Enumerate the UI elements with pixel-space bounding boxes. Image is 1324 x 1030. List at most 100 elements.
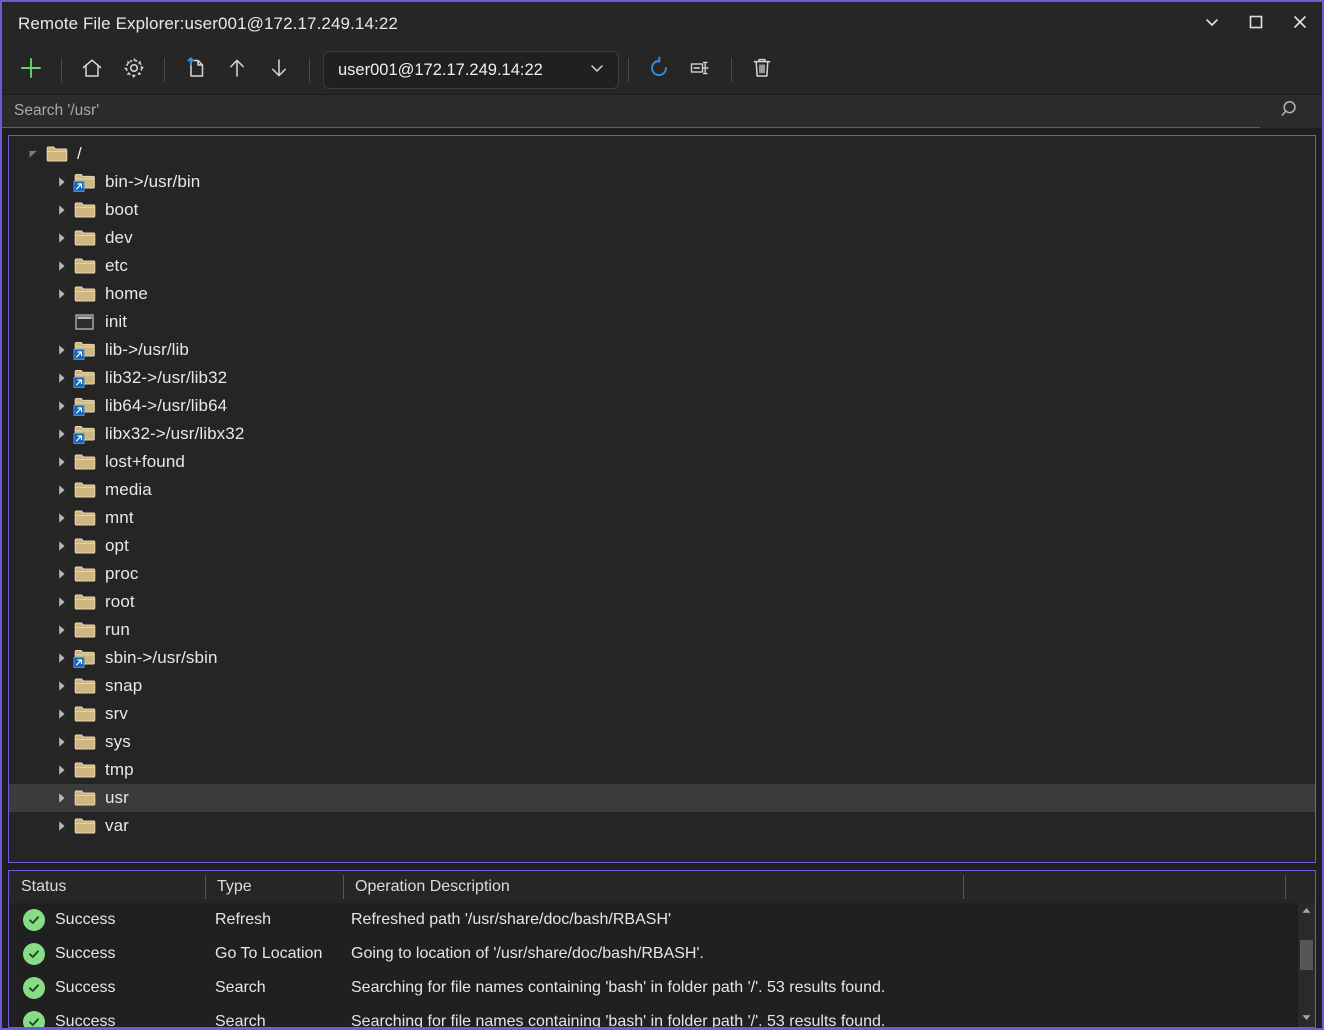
tree-item-sbin-usr-sbin[interactable]: sbin->/usr/sbin bbox=[9, 644, 1315, 672]
expand-collapse-toggle[interactable] bbox=[51, 616, 73, 644]
host-selector-value: user001@172.17.249.14:22 bbox=[338, 61, 543, 80]
search-button[interactable] bbox=[1260, 95, 1322, 128]
column-divider[interactable] bbox=[1285, 875, 1286, 899]
status-row[interactable]: SuccessRefreshRefreshed path '/usr/share… bbox=[9, 903, 1315, 937]
tree-item-label: srv bbox=[97, 704, 128, 724]
tree-item-[interactable]: / bbox=[9, 140, 1315, 168]
tree-item-srv[interactable]: srv bbox=[9, 700, 1315, 728]
tree-item-libx32-usr-libx32[interactable]: libx32->/usr/libx32 bbox=[9, 420, 1315, 448]
expand-collapse-toggle[interactable] bbox=[51, 448, 73, 476]
add-connection-button[interactable] bbox=[10, 50, 52, 90]
expand-collapse-toggle[interactable] bbox=[51, 644, 73, 672]
status-label: Success bbox=[45, 979, 115, 997]
expand-collapse-toggle[interactable] bbox=[51, 784, 73, 812]
search-input[interactable] bbox=[2, 101, 1260, 121]
tree-item-label: lib32->/usr/lib32 bbox=[97, 368, 227, 388]
tree-item-boot[interactable]: boot bbox=[9, 196, 1315, 224]
folder-icon bbox=[73, 675, 97, 697]
expand-collapse-toggle[interactable] bbox=[51, 280, 73, 308]
settings-button[interactable] bbox=[113, 50, 155, 90]
close-button[interactable] bbox=[1278, 2, 1322, 46]
expand-collapse-toggle[interactable] bbox=[51, 168, 73, 196]
expand-collapse-toggle[interactable] bbox=[51, 812, 73, 840]
minimize-button[interactable] bbox=[1190, 2, 1234, 46]
scroll-up-button[interactable] bbox=[1298, 903, 1315, 920]
expand-collapse-toggle[interactable] bbox=[51, 672, 73, 700]
expand-collapse-toggle[interactable] bbox=[51, 224, 73, 252]
tree-item-mnt[interactable]: mnt bbox=[9, 504, 1315, 532]
folder-icon bbox=[73, 619, 97, 641]
rename-button[interactable] bbox=[680, 50, 722, 90]
expand-collapse-toggle[interactable] bbox=[51, 476, 73, 504]
expand-collapse-toggle[interactable] bbox=[51, 196, 73, 224]
expand-collapse-toggle[interactable] bbox=[51, 364, 73, 392]
tree-item-lib32-usr-lib32[interactable]: lib32->/usr/lib32 bbox=[9, 364, 1315, 392]
file-upload-icon bbox=[182, 55, 208, 86]
tree-item-lib64-usr-lib64[interactable]: lib64->/usr/lib64 bbox=[9, 392, 1315, 420]
expand-collapse-toggle[interactable] bbox=[51, 700, 73, 728]
tree-item-opt[interactable]: opt bbox=[9, 532, 1315, 560]
folder-icon bbox=[73, 787, 97, 809]
tree-item-label: tmp bbox=[97, 760, 134, 780]
tree-item-label: media bbox=[97, 480, 152, 500]
expand-collapse-toggle[interactable] bbox=[51, 392, 73, 420]
tree-item-label: lib->/usr/lib bbox=[97, 340, 189, 360]
tree-item-root[interactable]: root bbox=[9, 588, 1315, 616]
tree-item-run[interactable]: run bbox=[9, 616, 1315, 644]
success-check-icon bbox=[23, 1011, 45, 1027]
upload-file-button[interactable] bbox=[174, 50, 216, 90]
status-scrollbar[interactable] bbox=[1297, 903, 1315, 1027]
tree-indent-spacer bbox=[51, 308, 73, 336]
gear-icon bbox=[122, 56, 146, 85]
close-icon bbox=[1290, 12, 1310, 37]
expand-collapse-toggle[interactable] bbox=[23, 140, 45, 168]
type-cell: Search bbox=[205, 1013, 343, 1027]
upload-button[interactable] bbox=[216, 50, 258, 90]
maximize-button[interactable] bbox=[1234, 2, 1278, 46]
tree-item-dev[interactable]: dev bbox=[9, 224, 1315, 252]
description-cell: Refreshed path '/usr/share/doc/bash/RBAS… bbox=[343, 911, 671, 929]
arrow-down-icon bbox=[267, 56, 291, 85]
column-header-status[interactable]: Status bbox=[9, 871, 205, 903]
column-header-description[interactable]: Operation Description bbox=[343, 871, 963, 903]
tree-item-etc[interactable]: etc bbox=[9, 252, 1315, 280]
expand-collapse-toggle[interactable] bbox=[51, 336, 73, 364]
scroll-down-button[interactable] bbox=[1298, 1010, 1315, 1027]
tree-item-proc[interactable]: proc bbox=[9, 560, 1315, 588]
download-button[interactable] bbox=[258, 50, 300, 90]
expand-collapse-toggle[interactable] bbox=[51, 588, 73, 616]
expand-collapse-toggle[interactable] bbox=[51, 532, 73, 560]
column-divider[interactable] bbox=[963, 875, 964, 899]
folder-icon bbox=[73, 703, 97, 725]
tree-item-sys[interactable]: sys bbox=[9, 728, 1315, 756]
tree-item-init[interactable]: init bbox=[9, 308, 1315, 336]
status-row[interactable]: SuccessSearchSearching for file names co… bbox=[9, 1005, 1315, 1027]
expand-collapse-toggle[interactable] bbox=[51, 420, 73, 448]
column-header-type[interactable]: Type bbox=[205, 871, 343, 903]
tree-item-label: mnt bbox=[97, 508, 134, 528]
refresh-button[interactable] bbox=[638, 50, 680, 90]
scrollbar-track[interactable] bbox=[1298, 920, 1315, 1010]
tree-item-label: / bbox=[69, 144, 82, 164]
status-row[interactable]: SuccessSearchSearching for file names co… bbox=[9, 971, 1315, 1005]
scrollbar-thumb[interactable] bbox=[1300, 940, 1313, 970]
expand-collapse-toggle[interactable] bbox=[51, 728, 73, 756]
expand-collapse-toggle[interactable] bbox=[51, 756, 73, 784]
tree-item-label: dev bbox=[97, 228, 133, 248]
tree-item-home[interactable]: home bbox=[9, 280, 1315, 308]
expand-collapse-toggle[interactable] bbox=[51, 252, 73, 280]
tree-item-lost-found[interactable]: lost+found bbox=[9, 448, 1315, 476]
tree-item-media[interactable]: media bbox=[9, 476, 1315, 504]
tree-item-usr[interactable]: usr bbox=[9, 784, 1315, 812]
host-selector[interactable]: user001@172.17.249.14:22 bbox=[323, 51, 619, 89]
status-row[interactable]: SuccessGo To LocationGoing to location o… bbox=[9, 937, 1315, 971]
tree-item-snap[interactable]: snap bbox=[9, 672, 1315, 700]
expand-collapse-toggle[interactable] bbox=[51, 560, 73, 588]
delete-button[interactable] bbox=[741, 50, 783, 90]
tree-item-bin-usr-bin[interactable]: bin->/usr/bin bbox=[9, 168, 1315, 196]
home-button[interactable] bbox=[71, 50, 113, 90]
tree-item-var[interactable]: var bbox=[9, 812, 1315, 840]
expand-collapse-toggle[interactable] bbox=[51, 504, 73, 532]
tree-item-tmp[interactable]: tmp bbox=[9, 756, 1315, 784]
tree-item-lib-usr-lib[interactable]: lib->/usr/lib bbox=[9, 336, 1315, 364]
